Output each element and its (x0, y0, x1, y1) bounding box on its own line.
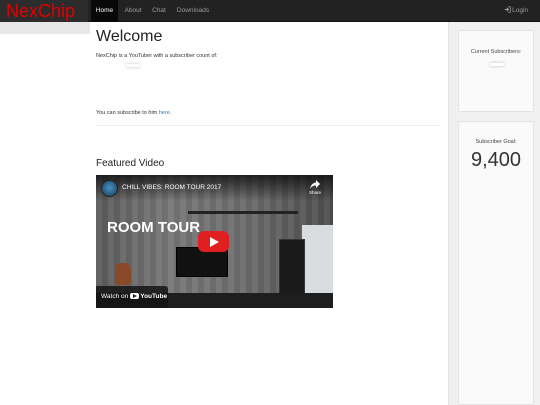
sidebar: Current Subscribers: Subscriber Goal: 9,… (448, 22, 540, 405)
play-button[interactable] (198, 231, 229, 252)
video-embed[interactable]: ROOM TOUR CHILL VIBES: ROOM TOUR 2017 Sh… (96, 175, 333, 308)
current-subscribers-loader (490, 63, 504, 66)
current-subscribers-label: Current Subscribers: (470, 49, 522, 55)
brand-logo[interactable]: NexChip (0, 0, 88, 22)
watch-on-youtube-button[interactable]: Watch on YouTube (96, 286, 168, 308)
youtube-play-icon (130, 293, 140, 299)
channel-avatar[interactable] (101, 180, 118, 197)
thumbnail-shelf (188, 211, 298, 214)
share-icon (310, 180, 320, 189)
share-label: Share (308, 190, 321, 195)
subscribe-suffix: . (169, 110, 172, 116)
login-label: Login (512, 7, 528, 14)
nav-downloads[interactable]: Downloads (173, 0, 213, 22)
youtube-logo: YouTube (130, 286, 167, 308)
video-title[interactable]: CHILL VIBES: ROOM TOUR 2017 (122, 184, 221, 191)
login-icon (504, 6, 511, 13)
navbar: NexChip Home About Chat Downloads Login (0, 0, 540, 22)
subscriber-goal-label: Subscriber Goal: (475, 139, 517, 145)
share-button[interactable]: Share (304, 180, 326, 195)
login-link[interactable]: Login (504, 0, 528, 22)
subscriber-count-loader (126, 64, 140, 67)
video-overlay-text: ROOM TOUR (107, 219, 201, 236)
intro-text: NexChip is a YouTuber with a subscriber … (96, 53, 218, 59)
subscribe-text: You can subscribe to him here. (96, 110, 171, 116)
page-title: Welcome (96, 28, 163, 45)
subscriber-goal-card: Subscriber Goal: 9,400 (458, 121, 534, 405)
watch-on-label: Watch on (101, 293, 129, 300)
divider (96, 125, 440, 126)
nav-home[interactable]: Home (91, 0, 118, 22)
current-subscribers-card: Current Subscribers: (458, 30, 534, 112)
nav-about[interactable]: About (120, 0, 146, 22)
subscriber-goal-value: 9,400 (470, 149, 522, 171)
left-band (0, 22, 90, 34)
nav-chat[interactable]: Chat (148, 0, 170, 22)
subscribe-link[interactable]: here (159, 110, 170, 116)
featured-heading: Featured Video (96, 158, 165, 169)
subscribe-prefix: You can subscribe to him (96, 110, 159, 116)
thumbnail-vase (115, 263, 131, 285)
thumbnail-pc-case (279, 239, 305, 297)
